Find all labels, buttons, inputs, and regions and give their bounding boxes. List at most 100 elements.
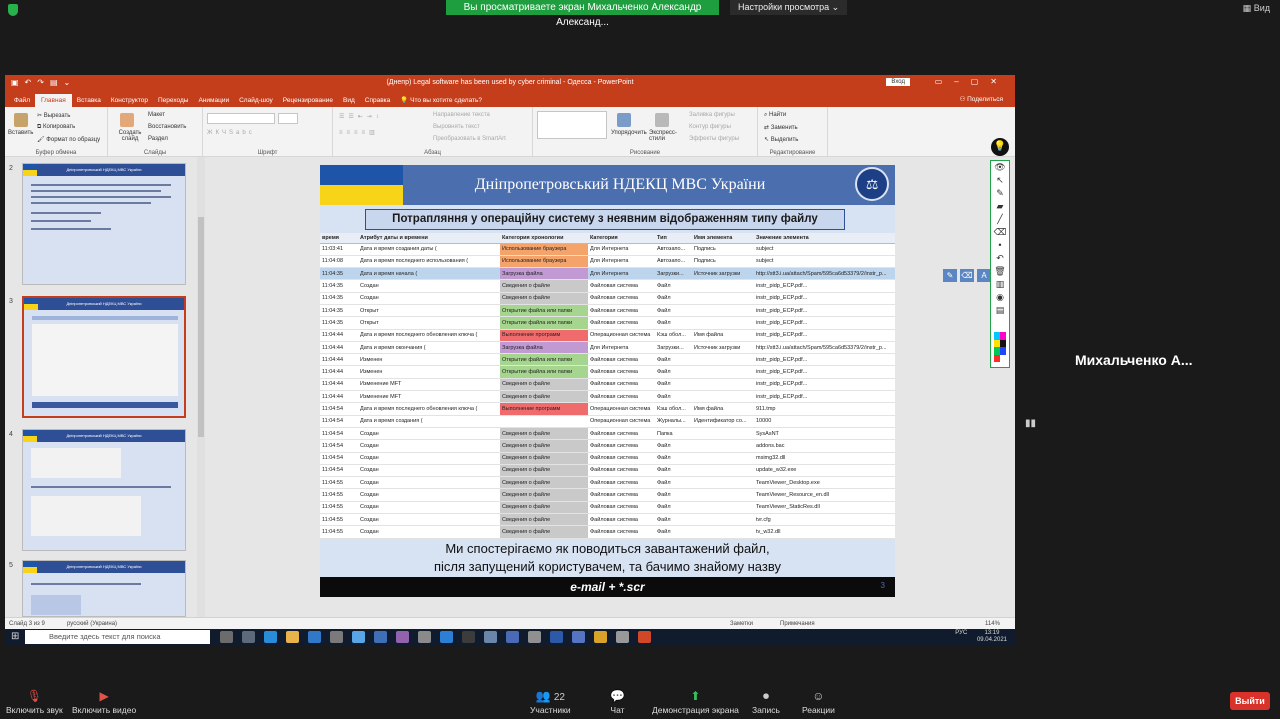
language-status[interactable]: русский (Украина) <box>67 621 117 627</box>
replace-button[interactable]: ⇄ Заменить <box>764 124 798 131</box>
notes-button[interactable]: Заметки <box>730 621 753 627</box>
tab-insert[interactable]: Вставка <box>72 97 106 107</box>
app-icon[interactable] <box>330 631 343 643</box>
start-video-button[interactable]: ▶ Включить видео <box>72 689 136 715</box>
eraser-icon[interactable]: ⌫ <box>960 269 974 282</box>
signin-button[interactable]: Вход <box>886 78 910 86</box>
chrome-icon[interactable] <box>594 631 607 643</box>
thumbnail-scrollbar[interactable] <box>197 157 205 617</box>
find-button[interactable]: ⌕ Найти <box>764 112 786 119</box>
text-direction-button[interactable]: Направление текста <box>433 112 490 118</box>
app-icon[interactable] <box>528 631 541 643</box>
tab-help[interactable]: Справка <box>360 97 396 107</box>
section-button[interactable]: Раздел <box>148 136 168 142</box>
taskbar-search[interactable]: Введите здесь текст для поиска <box>25 630 210 644</box>
app-icon[interactable] <box>616 631 629 643</box>
app-icon[interactable] <box>462 631 475 643</box>
list-buttons[interactable]: ☰☰⇤⇥↕ <box>339 113 383 120</box>
font-size-select[interactable] <box>278 113 298 124</box>
clipboard-icon[interactable]: ▤ <box>993 305 1007 317</box>
text-icon[interactable]: A <box>977 269 991 282</box>
app-icon[interactable] <box>506 631 519 643</box>
copy-button[interactable]: ⧉ Копировать <box>37 124 75 131</box>
slide-thumb-5[interactable]: Дніпропетровський НДЕКЦ МВС України <box>22 560 186 617</box>
app-icon[interactable] <box>484 631 497 643</box>
app-icon[interactable] <box>572 631 585 643</box>
slide-thumb-2[interactable]: Дніпропетровський НДЕКЦ МВС України <box>22 163 186 285</box>
cursor-icon[interactable]: ↖ <box>993 175 1007 187</box>
task-view-icon[interactable] <box>242 631 255 643</box>
app-icon[interactable] <box>440 631 453 643</box>
slide-canvas[interactable]: Дніпропетровський НДЕКЦ МВС України ⚖ По… <box>320 165 895 597</box>
align-text-button[interactable]: Выровнять текст <box>433 124 480 130</box>
eraser-icon[interactable]: ⌫ <box>993 227 1007 239</box>
store-icon[interactable] <box>308 631 321 643</box>
tab-home[interactable]: Главная <box>34 94 72 107</box>
pen-icon[interactable]: ✎ <box>943 269 957 282</box>
color-palette[interactable] <box>994 332 1006 362</box>
save-icon[interactable]: ▥ <box>993 279 1007 291</box>
powerpoint-icon[interactable] <box>638 631 651 643</box>
app-icon[interactable] <box>374 631 387 643</box>
undo-icon[interactable]: ↶ <box>993 253 1007 265</box>
shape-outline-button[interactable]: Контур фигуры <box>689 124 731 130</box>
tab-review[interactable]: Рецензирование <box>278 97 338 107</box>
reset-button[interactable]: Восстановить <box>148 124 186 130</box>
view-settings-button[interactable]: Настройки просмотра ⌄ <box>730 0 848 15</box>
highlighter-icon[interactable]: ▰ <box>993 201 1007 213</box>
tab-design[interactable]: Конструктор <box>106 97 153 107</box>
paste-button[interactable]: Вставить <box>8 130 33 136</box>
tab-slideshow[interactable]: Слайд-шоу <box>234 97 278 107</box>
view-button[interactable]: ▦ Вид <box>1243 3 1270 14</box>
reactions-button[interactable]: ☺ Реакции <box>802 689 835 715</box>
exit-button[interactable]: Выйти <box>1230 692 1270 710</box>
lightbulb-icon[interactable]: 💡 <box>991 138 1009 156</box>
smartart-button[interactable]: Преобразовать в SmartArt <box>433 136 506 142</box>
share-screen-button[interactable]: ⬆ Демонстрация экрана <box>652 689 739 715</box>
trash-icon[interactable]: 🗑 <box>993 266 1007 278</box>
layout-button[interactable]: Макет <box>148 112 165 118</box>
camera-icon[interactable]: ◉ <box>993 292 1007 304</box>
explorer-icon[interactable] <box>286 631 299 643</box>
keyboard-language[interactable]: РУС <box>955 630 967 636</box>
font-format-buttons[interactable]: ЖКЧSabc <box>207 130 255 136</box>
chat-button[interactable]: 💬 Чат <box>610 689 625 715</box>
line-icon[interactable]: ╱ <box>993 214 1007 226</box>
arrange-button[interactable]: Упорядочить <box>611 130 647 136</box>
record-button[interactable]: ⏺ Запись <box>752 689 780 715</box>
select-button[interactable]: ↖ Выделить <box>764 136 798 143</box>
tab-animations[interactable]: Анимации <box>193 97 234 107</box>
participants-button[interactable]: 👥 22 Участники <box>530 689 571 715</box>
word-icon[interactable] <box>550 631 563 643</box>
edge-icon[interactable] <box>264 631 277 643</box>
eye-icon[interactable]: 👁 <box>993 162 1007 174</box>
quick-styles-button[interactable]: Экспресс-стили <box>649 130 679 142</box>
format-painter-button[interactable]: 🖌 Формат по образцу <box>37 136 100 143</box>
slide-thumb-4[interactable]: Дніпропетровський НДЕКЦ МВС України <box>22 429 186 551</box>
font-name-select[interactable] <box>207 113 275 124</box>
cut-button[interactable]: ✂ Вырезать <box>37 112 70 119</box>
shape-fill-button[interactable]: Заливка фигуры <box>689 112 735 118</box>
dot-icon[interactable]: • <box>993 240 1007 252</box>
shapes-gallery[interactable] <box>537 111 607 139</box>
app-icon[interactable] <box>352 631 365 643</box>
tab-file[interactable]: Файл <box>9 97 35 107</box>
premiere-icon[interactable] <box>396 631 409 643</box>
scrollbar-thumb[interactable] <box>198 217 204 437</box>
comments-button[interactable]: Примечания <box>780 621 815 627</box>
windows-start-icon[interactable]: ⊞ <box>11 631 19 642</box>
unmute-button[interactable]: 🎙 Включить звук <box>6 689 63 715</box>
window-controls[interactable]: ▭–▢✕ <box>935 77 1009 86</box>
shape-effects-button[interactable]: Эффекты фигуры <box>689 136 739 142</box>
share-button[interactable]: ⚇ Поделиться <box>959 95 1003 103</box>
zoom-level[interactable]: 114% <box>985 621 1000 627</box>
tell-me-search[interactable]: 💡 Что вы хотите сделать? <box>395 96 487 107</box>
tab-transitions[interactable]: Переходы <box>153 97 194 107</box>
pen-icon[interactable]: ✎ <box>993 188 1007 200</box>
tab-view[interactable]: Вид <box>338 97 360 107</box>
new-slide-button[interactable]: Создать слайд <box>116 130 144 142</box>
app-icon[interactable] <box>418 631 431 643</box>
slide-thumb-3-selected[interactable]: Дніпропетровський НДЕКЦ МВС України <box>22 296 186 418</box>
cortana-icon[interactable] <box>220 631 233 643</box>
align-buttons[interactable]: ≡≡≡≡▥ <box>339 129 379 136</box>
